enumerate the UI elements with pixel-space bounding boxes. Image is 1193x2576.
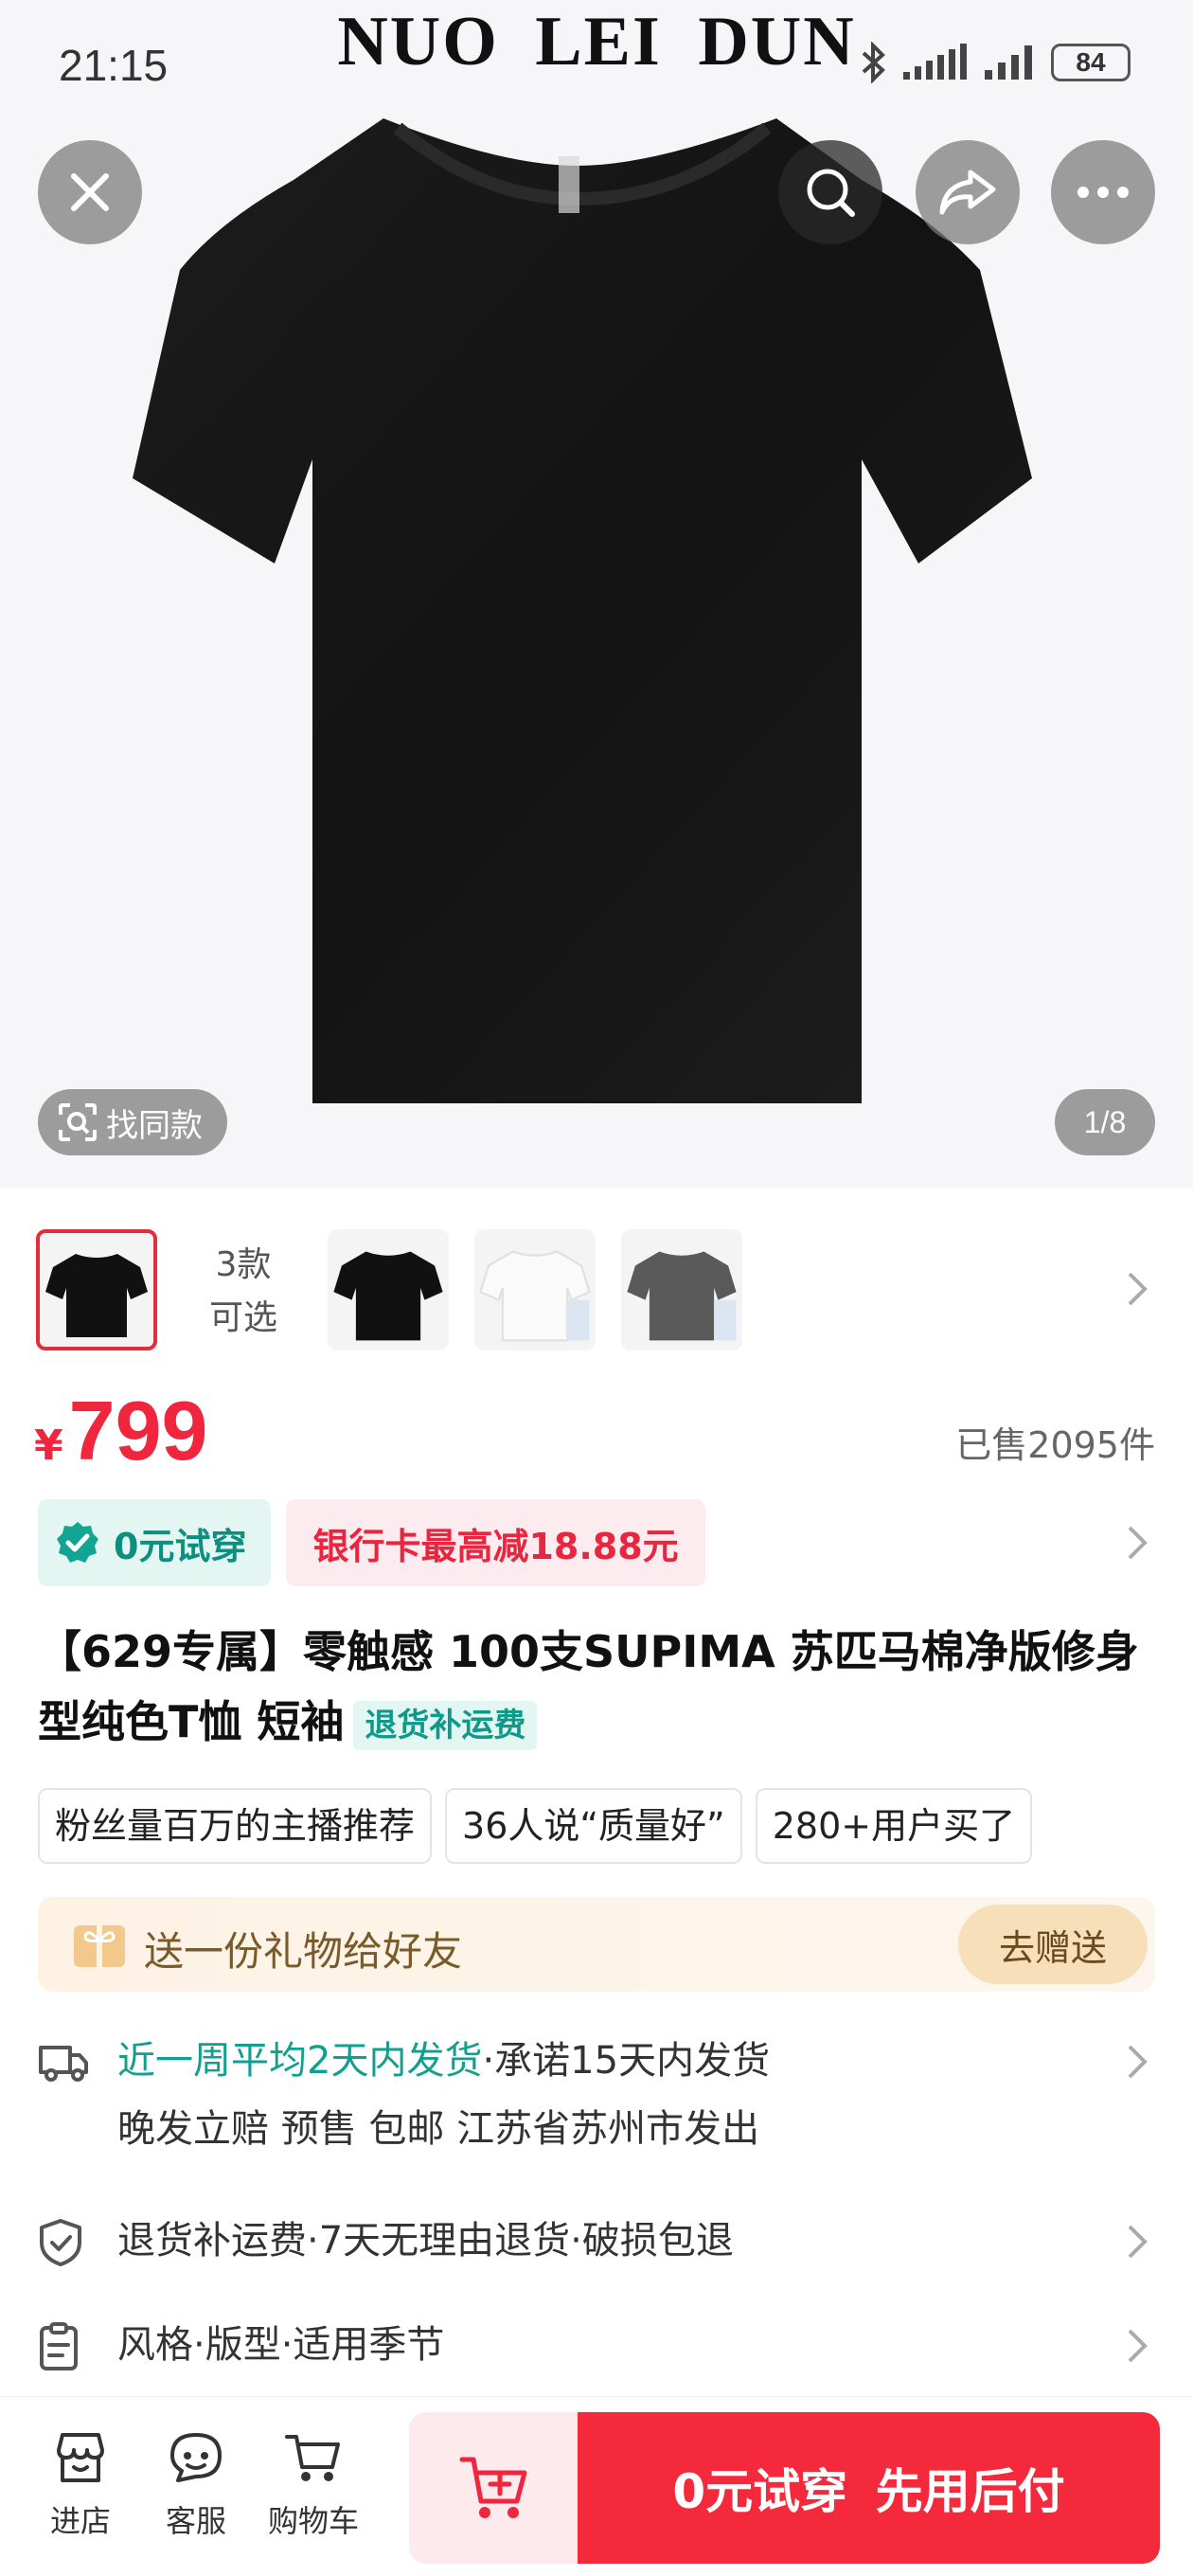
chevron-right-icon[interactable]	[1127, 1525, 1148, 1561]
shipping-line-2: 晚发立赔 预售 包邮 江苏省苏州市发出	[117, 2107, 760, 2151]
customer-service-label: 客服	[165, 2503, 226, 2539]
more-button[interactable]	[1051, 140, 1155, 244]
find-same-button[interactable]: 找同款	[38, 1089, 227, 1155]
gift-banner[interactable]: 送一份礼物给好友 去赠送	[38, 1897, 1155, 1992]
chat-icon	[170, 2433, 222, 2482]
guarantee-text: 退货补运费·7天无理由退货·破损包退	[117, 2219, 734, 2263]
shipping-highlight: 近一周平均2天内发货	[117, 2039, 483, 2083]
product-image-gallery[interactable]: 21:15 NUO LEI DUN 84 找同款 1/8	[0, 0, 1193, 1189]
find-same-label: 找同款	[106, 1106, 203, 1145]
promo-row[interactable]: 0元试穿 银行卡最高减18.88元	[38, 1499, 705, 1586]
product-title: 【629专属】零触感 100支SUPIMA 苏匹马棉净版修身型纯色T恤 短袖 退货…	[38, 1617, 1155, 1757]
verified-badge-icon	[57, 1522, 98, 1563]
clipboard-icon	[40, 2322, 78, 2370]
store-label: 进店	[49, 2503, 111, 2539]
add-to-cart-button[interactable]	[409, 2412, 579, 2564]
variant-thumb-image	[45, 1254, 148, 1337]
variant-thumb-4[interactable]	[621, 1229, 742, 1351]
gift-icon	[74, 1925, 125, 1967]
params-text: 风格·版型·适用季节	[117, 2323, 445, 2367]
shipping-promise: ·承诺15天内发货	[482, 2039, 771, 2083]
try-free-pay-later-button[interactable]: 0元试穿 先用后付	[578, 2412, 1160, 2564]
customer-service-button[interactable]: 客服	[144, 2431, 248, 2541]
gift-text: 送一份礼物给好友	[144, 1928, 463, 1975]
product-image	[133, 118, 1032, 1103]
free-trial-tag[interactable]: 0元试穿	[38, 1499, 272, 1586]
chevron-right-icon[interactable]	[1127, 1271, 1148, 1307]
variant-thumb-image	[479, 1250, 591, 1342]
more-icon	[1077, 187, 1129, 198]
scan-icon	[59, 1103, 97, 1141]
cart-icon	[285, 2435, 340, 2481]
sold-count: 已售2095件	[955, 1424, 1155, 1466]
variants-count[interactable]: 3款 可选	[201, 1239, 286, 1345]
battery-icon: 84	[1051, 44, 1131, 81]
variant-thumb-3[interactable]	[474, 1229, 596, 1351]
cart-button[interactable]: 购物车	[261, 2431, 365, 2541]
guarantee-row[interactable]: 退货补运费·7天无理由退货·破损包退	[38, 2203, 1155, 2279]
variant-thumb-image	[627, 1251, 737, 1341]
status-icons: 84	[860, 42, 1131, 83]
bottom-action-bar: 进店 客服 购物车 0元试穿 先用后付	[0, 2396, 1193, 2576]
image-pager: 1/8	[1055, 1089, 1155, 1155]
signal-icon	[985, 45, 1032, 80]
store-icon	[57, 2433, 104, 2482]
shipping-line-1: 近一周平均2天内发货·承诺15天内发货	[117, 2027, 770, 2095]
free-trial-label: 0元试穿	[114, 1525, 247, 1567]
shipping-info-row[interactable]: 近一周平均2天内发货·承诺15天内发货 晚发立赔 预售 包邮 江苏省苏州市发出	[38, 2027, 1155, 2169]
variant-thumb-2[interactable]	[328, 1229, 449, 1351]
search-button[interactable]	[778, 140, 882, 244]
social-tag[interactable]: 粉丝量百万的主播推荐	[38, 1788, 433, 1864]
social-proof-tags: 粉丝量百万的主播推荐 36人说“质量好” 280+用户买了	[38, 1788, 1155, 1864]
product-title-text: 【629专属】零触感 100支SUPIMA 苏匹马棉净版修身型纯色T恤 短袖	[38, 1626, 1139, 1747]
close-icon	[71, 173, 109, 211]
chevron-right-icon	[1128, 2329, 1148, 2363]
variants-count-line1: 3款	[215, 1245, 272, 1284]
shield-check-icon	[40, 2219, 81, 2266]
variant-thumb-image	[333, 1251, 443, 1341]
send-gift-button[interactable]: 去赠送	[958, 1905, 1148, 1984]
share-icon	[939, 170, 996, 215]
social-tag[interactable]: 36人说“质量好”	[445, 1788, 742, 1864]
share-button[interactable]	[916, 140, 1020, 244]
signal-icon	[903, 44, 967, 80]
cart-label: 购物车	[267, 2503, 359, 2539]
chevron-right-icon	[1128, 2045, 1148, 2079]
bluetooth-icon	[862, 42, 885, 83]
search-icon	[807, 169, 855, 217]
variant-thumb-1[interactable]	[36, 1229, 157, 1351]
close-button[interactable]	[38, 140, 142, 244]
status-bar: 21:15 NUO LEI DUN 84	[0, 0, 1193, 114]
variants-count-line2: 可选	[208, 1298, 277, 1337]
price: ¥ 799	[34, 1383, 207, 1479]
bank-card-discount-tag[interactable]: 银行卡最高减18.88元	[286, 1499, 705, 1586]
add-to-cart-icon	[459, 2457, 527, 2518]
store-button[interactable]: 进店	[28, 2431, 133, 2541]
social-tag[interactable]: 280+用户买了	[755, 1788, 1033, 1864]
price-value: 799	[68, 1384, 208, 1477]
refund-shipping-badge: 退货补运费	[353, 1700, 538, 1750]
delivery-truck-icon	[39, 2046, 88, 2082]
params-row[interactable]: 风格·版型·适用季节	[38, 2307, 1155, 2383]
price-currency: ¥	[34, 1422, 63, 1470]
chevron-right-icon	[1128, 2225, 1148, 2259]
variant-thumbnails: 3款 可选	[0, 1227, 1193, 1352]
